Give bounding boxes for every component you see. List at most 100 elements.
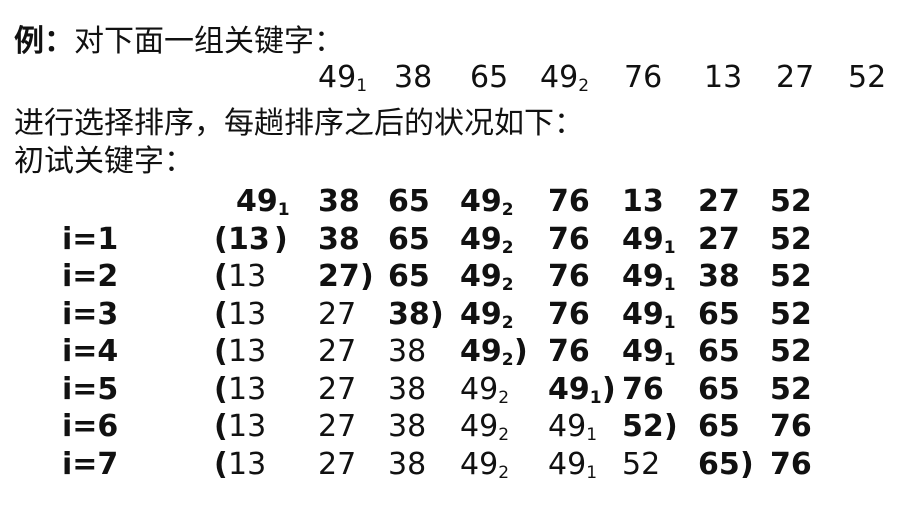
row-cell: 492 xyxy=(460,184,514,220)
row-cell: 27 xyxy=(318,409,357,444)
subscript: 1 xyxy=(586,425,598,445)
subscript: 1 xyxy=(663,312,676,333)
row-cell: 491 xyxy=(548,371,602,408)
row-cell: 52 xyxy=(622,409,664,444)
subscript: 2 xyxy=(501,200,514,220)
row-cell: 13 xyxy=(228,371,267,407)
row-pass-1: i=1 (13 38 65 492 76 491 27 52) xyxy=(0,222,898,260)
row-cell: 52 xyxy=(770,259,812,294)
close-paren: ) xyxy=(360,259,374,294)
pass-label: i=1 xyxy=(62,221,119,257)
row-cell: 27 xyxy=(318,259,360,294)
subscript: 2 xyxy=(501,312,514,333)
row-cell: 65 xyxy=(698,371,740,407)
subscript: 2 xyxy=(501,237,514,258)
subscript: 2 xyxy=(578,76,590,96)
open-paren: ( xyxy=(214,221,228,257)
key-value: 13 xyxy=(704,60,743,95)
row-cell: 27 xyxy=(318,296,357,332)
open-paren: ( xyxy=(214,409,228,444)
row-cell: 76 xyxy=(548,259,590,294)
row-cell: 76 xyxy=(548,184,590,219)
row-cell: 76 xyxy=(548,296,590,332)
open-paren: ( xyxy=(214,371,228,407)
row-cell: 38 xyxy=(318,184,360,219)
subscript: 2 xyxy=(498,425,510,445)
row-cell: 492 xyxy=(460,371,510,408)
key-sequence: 491 38 65 492 76 13 27 52 xyxy=(318,60,898,100)
row-cell: 492 xyxy=(460,221,514,258)
row-cell: 65 xyxy=(698,446,740,482)
row-cell: 52 xyxy=(770,371,812,407)
close-paren: ) xyxy=(514,334,528,369)
row-cell: 52 xyxy=(770,184,812,219)
description-line: 进行选择排序，每趟排序之后的状况如下： xyxy=(14,106,584,141)
row-cell: 65 xyxy=(388,184,430,219)
row-cell: 38 xyxy=(388,371,427,407)
row-cell: 491 xyxy=(548,409,598,445)
close-paren: ) xyxy=(602,371,616,407)
row-cell: 76 xyxy=(548,221,590,257)
close-paren: ) xyxy=(274,221,288,257)
row-cell: 38 xyxy=(388,446,427,482)
row-cell: 13 xyxy=(228,259,267,294)
key-value: 492 xyxy=(540,60,590,96)
pass-label: i=4 xyxy=(62,334,119,369)
subscript: 1 xyxy=(663,350,676,370)
subscript: 2 xyxy=(498,387,510,408)
row-cell: 13 xyxy=(228,334,267,369)
pass-label: i=3 xyxy=(62,296,119,332)
initial-keys-label: 初试关键字： xyxy=(14,144,194,179)
subscript: 1 xyxy=(356,76,368,96)
row-initial: 491 38 65 492 76 13 27 52 xyxy=(0,184,898,222)
row-cell: 13 xyxy=(622,184,664,219)
row-cell: 38 xyxy=(388,296,430,332)
key-value: 52 xyxy=(848,60,887,95)
row-cell: 65 xyxy=(388,259,430,294)
subscript: 1 xyxy=(589,387,602,408)
pass-label: i=5 xyxy=(62,371,119,407)
row-cell: 76 xyxy=(770,446,812,482)
row-cell: 38 xyxy=(318,221,360,257)
row-cell: 38 xyxy=(698,259,740,294)
row-cell: 491 xyxy=(622,259,676,295)
key-value: 491 xyxy=(318,60,368,96)
row-cell: 76 xyxy=(622,371,664,407)
row-cell: 38 xyxy=(388,334,427,369)
subscript: 1 xyxy=(663,237,676,258)
row-cell: 27 xyxy=(318,446,357,482)
row-cell: 27 xyxy=(698,184,740,219)
close-paren: ) xyxy=(740,446,754,482)
intro-prefix: 例： xyxy=(14,24,74,59)
pass-label: i=2 xyxy=(62,259,119,294)
row-cell: 491 xyxy=(622,334,676,370)
close-paren: ) xyxy=(664,409,678,444)
row-cell: 491 xyxy=(236,184,290,220)
row-pass-4: i=4 (13 27 38 492 76 491 65 52) xyxy=(0,334,898,372)
row-cell: 27 xyxy=(698,221,740,257)
row-cell: 13 xyxy=(228,409,267,444)
row-cell: 13 xyxy=(228,221,270,257)
open-paren: ( xyxy=(214,259,228,294)
open-paren: ( xyxy=(214,296,228,332)
row-cell: 65 xyxy=(388,221,430,257)
row-pass-3: i=3 (13 27 38 492 76 491 65 52) xyxy=(0,297,898,335)
row-pass-6: i=6 (13 27 38 492 491 52 65 76) xyxy=(0,409,898,447)
row-cell: 492 xyxy=(460,334,514,370)
row-pass-5: i=5 (13 27 38 492 491 76 65 52) xyxy=(0,372,898,410)
subscript: 2 xyxy=(501,275,514,295)
row-cell: 13 xyxy=(228,446,267,482)
row-cell: 491 xyxy=(622,221,676,258)
row-cell: 27 xyxy=(318,371,357,407)
pass-label: i=6 xyxy=(62,409,119,444)
row-cell: 492 xyxy=(460,446,510,483)
subscript: 2 xyxy=(498,462,510,483)
row-cell: 492 xyxy=(460,259,514,295)
key-value: 27 xyxy=(776,60,815,95)
key-value: 38 xyxy=(394,60,433,95)
row-cell: 38 xyxy=(388,409,427,444)
intro-text: 对下面一组关键字： xyxy=(74,24,344,59)
intro-line: 例：对下面一组关键字： xyxy=(14,24,344,60)
close-paren: ) xyxy=(430,296,444,332)
subscript: 1 xyxy=(277,200,290,220)
